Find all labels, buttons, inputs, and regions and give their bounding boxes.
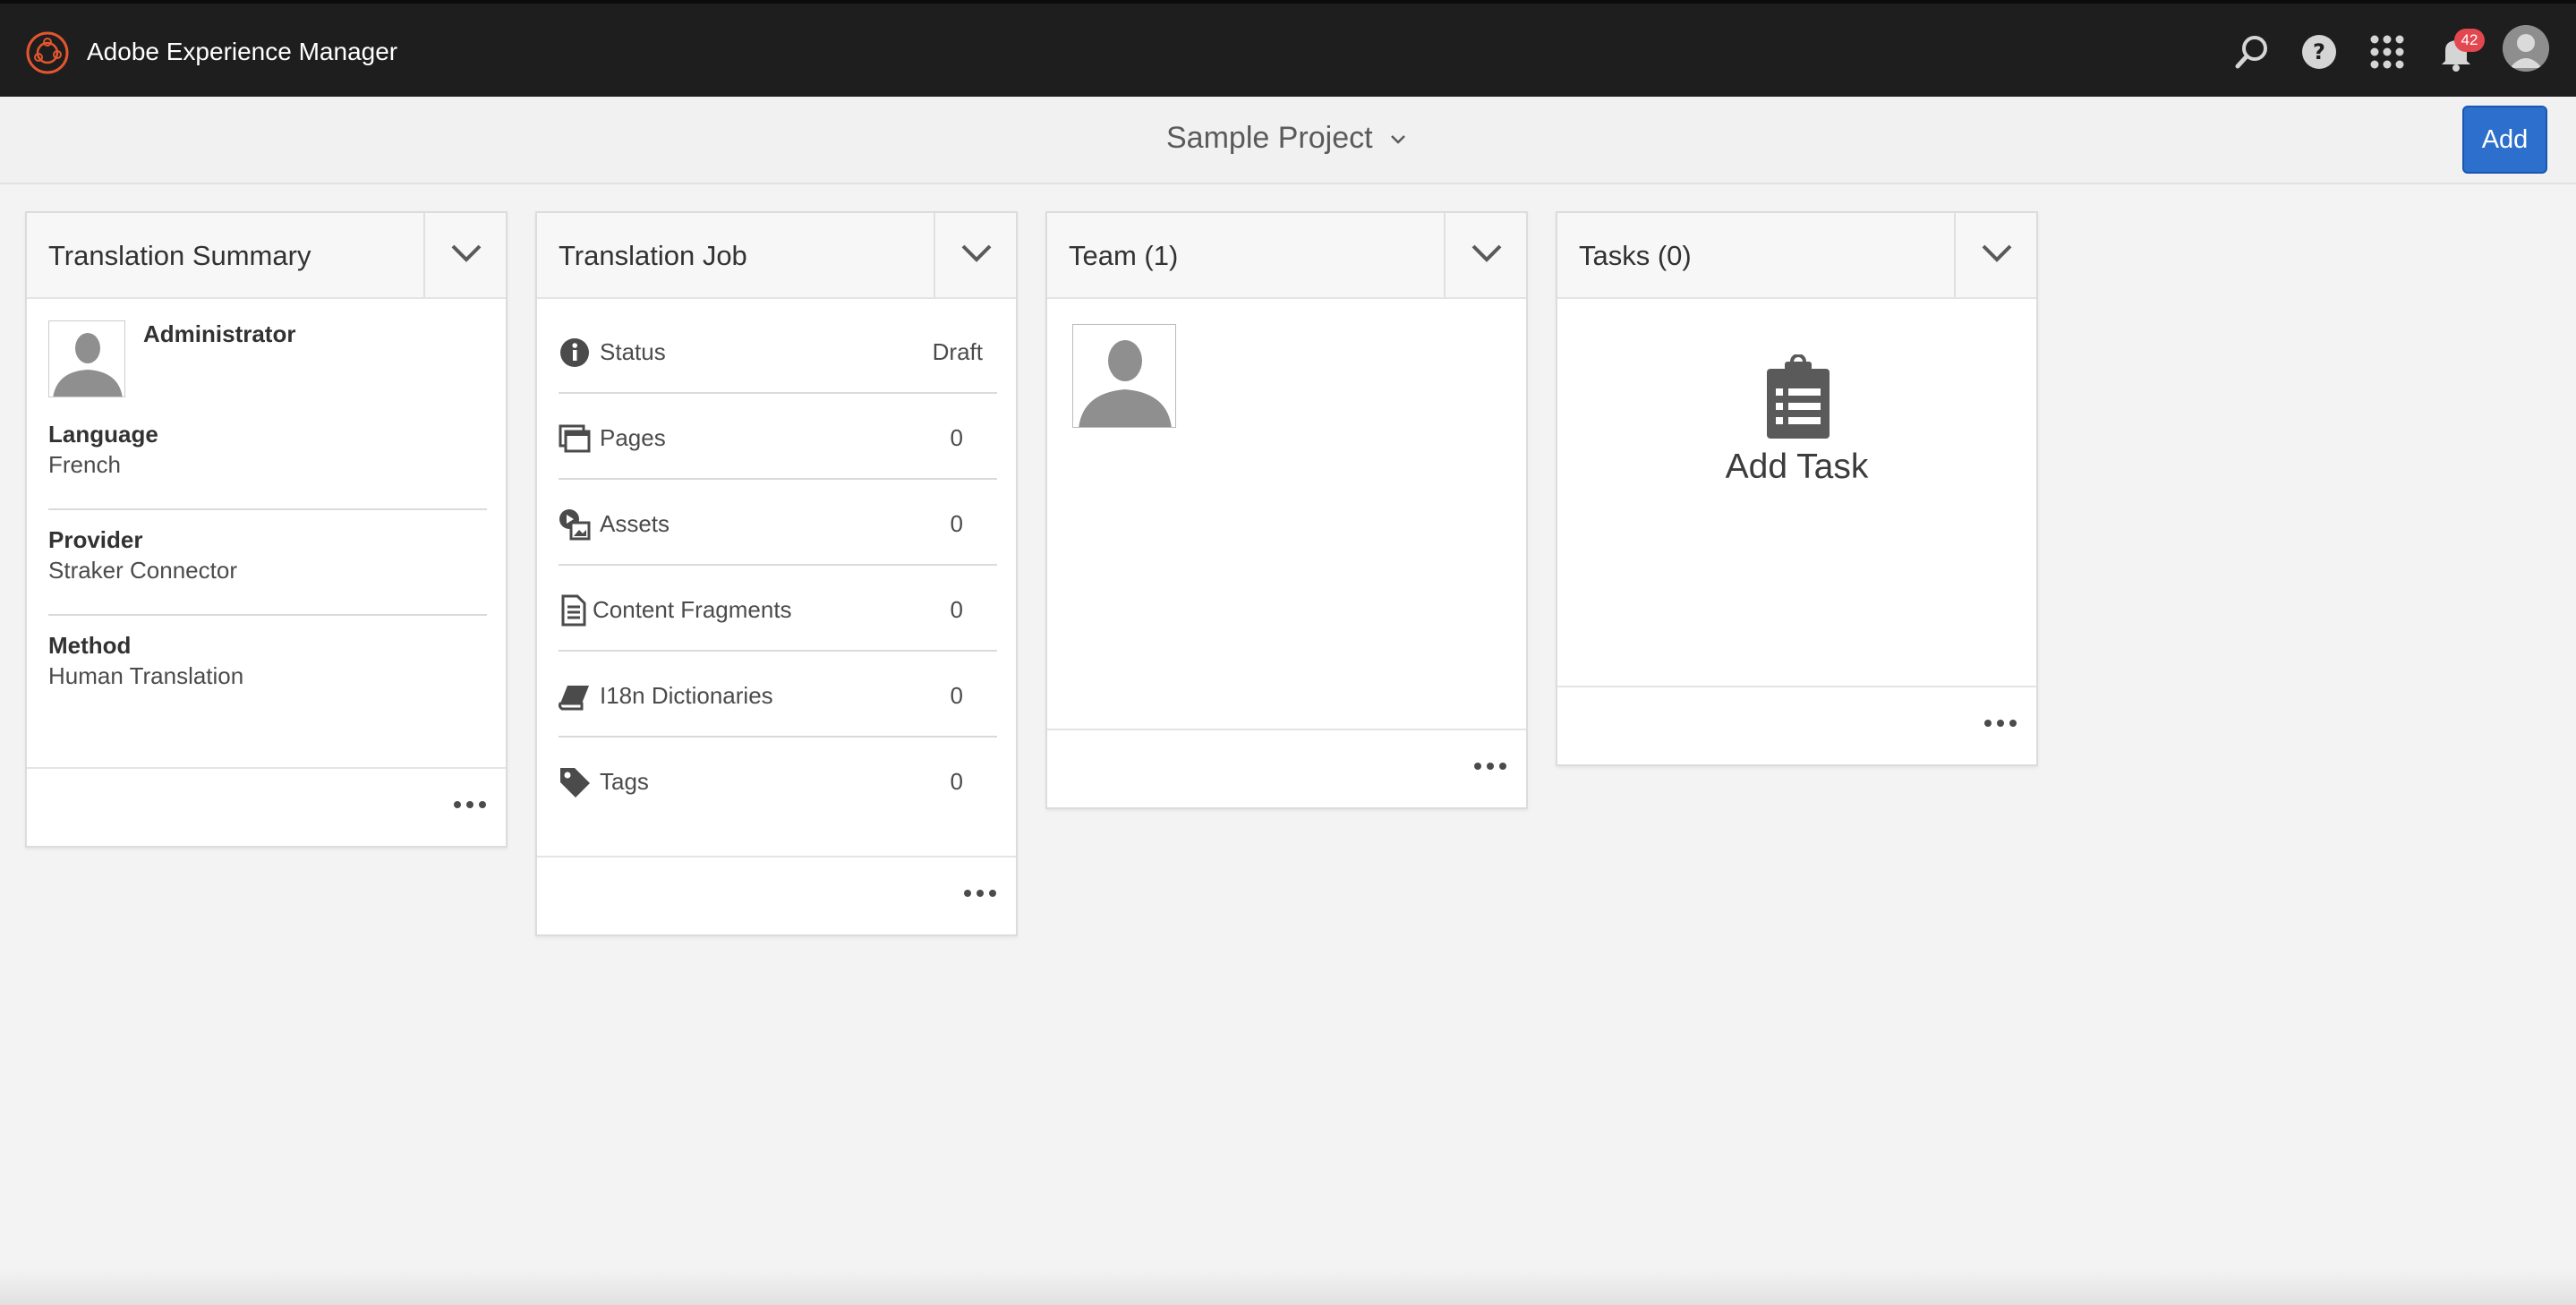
card-title: Team (1) xyxy=(1069,240,1179,271)
dictionary-icon xyxy=(559,686,589,711)
job-row-value: 0 xyxy=(950,768,963,795)
user-avatar xyxy=(48,320,125,397)
job-row-label: Pages xyxy=(600,424,666,451)
method-value: Human Translation xyxy=(48,662,244,689)
more-options-icon[interactable] xyxy=(962,884,998,902)
more-options-icon[interactable] xyxy=(452,796,488,814)
job-row-assets[interactable]: Assets 0 xyxy=(559,480,997,566)
add-button[interactable]: Add xyxy=(2462,106,2547,174)
action-bar: Sample Project Add xyxy=(0,97,2576,184)
bottom-edge-shadow xyxy=(0,1269,2576,1305)
divider xyxy=(48,508,487,510)
brand-title[interactable]: Adobe Experience Manager xyxy=(87,38,397,66)
job-row-content-fragments[interactable]: Content Fragments 0 xyxy=(559,566,997,652)
card-footer xyxy=(1047,729,1526,807)
job-row-label: Content Fragments xyxy=(593,596,792,623)
translation-job-card: Translation Job Status Draft Pages 0 Ass… xyxy=(535,211,1018,936)
job-row-value: 0 xyxy=(950,424,963,451)
notification-badge: 42 xyxy=(2454,29,2485,52)
card-collapse-toggle[interactable] xyxy=(934,213,1016,297)
tasks-card: Tasks (0) Add Task xyxy=(1556,211,2038,766)
chevron-down-icon[interactable] xyxy=(1387,129,1409,150)
person-placeholder-icon xyxy=(49,321,124,397)
tag-icon xyxy=(560,768,590,798)
translation-summary-card: Translation Summary Administrator Langua… xyxy=(25,211,508,848)
job-row-value: 0 xyxy=(950,682,963,709)
divider xyxy=(48,614,487,616)
card-collapse-toggle[interactable] xyxy=(1954,213,2036,297)
provider-label: Provider xyxy=(48,526,143,553)
job-row-value: Draft xyxy=(932,338,983,365)
card-header: Tasks (0) xyxy=(1557,213,2036,299)
team-card: Team (1) xyxy=(1045,211,1528,809)
chevron-down-icon xyxy=(1982,244,2012,262)
card-footer xyxy=(1557,686,2036,764)
shell-bar: Adobe Experience Manager ? 42 xyxy=(0,0,2576,97)
card-header: Translation Summary xyxy=(27,213,506,299)
card-collapse-toggle[interactable] xyxy=(1444,213,1526,297)
search-icon[interactable] xyxy=(2231,30,2273,73)
card-title: Translation Job xyxy=(559,240,747,271)
card-title: Translation Summary xyxy=(48,240,311,271)
apps-grid-icon[interactable] xyxy=(2366,30,2409,73)
aem-logo-icon[interactable] xyxy=(25,30,70,75)
content-fragments-icon xyxy=(561,594,586,627)
card-collapse-toggle[interactable] xyxy=(423,213,506,297)
project-title[interactable]: Sample Project xyxy=(1166,121,1373,156)
job-row-pages[interactable]: Pages 0 xyxy=(559,394,997,480)
more-options-icon[interactable] xyxy=(1983,714,2018,732)
provider-value: Straker Connector xyxy=(48,557,237,584)
card-footer xyxy=(537,856,1016,934)
add-task-link[interactable]: Add Task xyxy=(1557,448,2036,487)
chevron-down-icon xyxy=(1471,244,1502,262)
user-avatar-icon[interactable] xyxy=(2503,25,2549,72)
method-label: Method xyxy=(48,632,132,659)
team-member-avatar[interactable] xyxy=(1072,324,1176,428)
chevron-down-icon xyxy=(961,244,992,262)
job-row-label: Status xyxy=(600,338,666,365)
svg-text:?: ? xyxy=(2313,39,2325,64)
card-title: Tasks (0) xyxy=(1579,240,1692,271)
language-value: French xyxy=(48,451,121,478)
chevron-down-icon xyxy=(451,244,482,262)
pages-icon xyxy=(559,424,591,453)
clipboard-task-icon[interactable] xyxy=(1763,354,1833,440)
card-header: Translation Job xyxy=(537,213,1016,299)
job-row-value: 0 xyxy=(950,596,963,623)
job-row-tags[interactable]: Tags 0 xyxy=(559,738,997,823)
job-row-status[interactable]: Status Draft xyxy=(559,308,997,394)
card-footer xyxy=(27,767,506,846)
job-row-label: I18n Dictionaries xyxy=(600,682,773,709)
job-row-label: Tags xyxy=(600,768,649,795)
language-label: Language xyxy=(48,421,158,448)
job-row-i18n-dictionaries[interactable]: I18n Dictionaries 0 xyxy=(559,652,997,738)
assets-icon xyxy=(559,509,591,541)
job-row-label: Assets xyxy=(600,510,670,537)
help-icon[interactable]: ? xyxy=(2298,30,2341,73)
more-options-icon[interactable] xyxy=(1472,757,1508,775)
card-header: Team (1) xyxy=(1047,213,1526,299)
summary-user-name: Administrator xyxy=(143,320,296,347)
job-row-value: 0 xyxy=(950,510,963,537)
person-placeholder-icon xyxy=(1073,325,1175,427)
info-icon xyxy=(560,338,589,367)
